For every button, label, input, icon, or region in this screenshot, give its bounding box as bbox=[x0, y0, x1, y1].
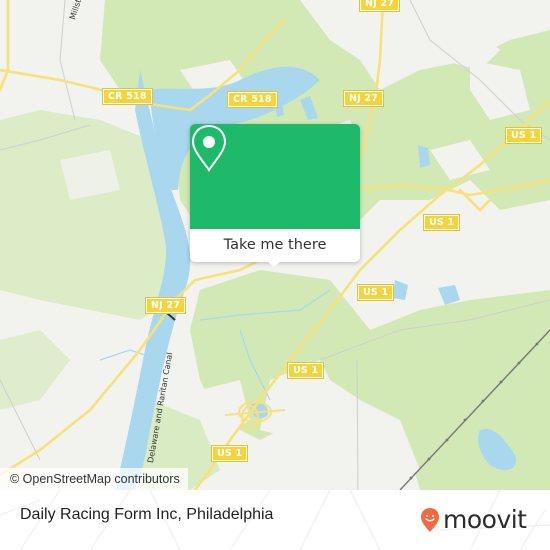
road-shield-cr518: CR 518 bbox=[102, 88, 153, 105]
road-shield-cr518: CR 518 bbox=[227, 91, 278, 108]
road-shield-us1: US 1 bbox=[422, 214, 461, 231]
road-shield-us1: US 1 bbox=[504, 127, 543, 144]
footer: Daily Racing Form Inc, Philadelphia moov… bbox=[0, 490, 550, 550]
map-attribution[interactable]: © OpenStreetMap contributors bbox=[0, 468, 188, 490]
popup-header[interactable] bbox=[190, 124, 360, 229]
location-popup[interactable]: Take me there bbox=[190, 124, 360, 267]
map-view[interactable]: CR 518 CR 518 NJ 27 NJ 27 NJ 27 US 1 US … bbox=[0, 0, 550, 490]
moovit-logo-text: moovit bbox=[443, 505, 527, 534]
moovit-logo-icon bbox=[421, 508, 439, 532]
road-shield-us1: US 1 bbox=[356, 284, 395, 301]
moovit-logo[interactable]: moovit bbox=[420, 502, 527, 538]
road-shield-us1: US 1 bbox=[286, 362, 325, 379]
map-pin-icon bbox=[191, 124, 227, 172]
road-shield-nj27: NJ 27 bbox=[358, 0, 401, 12]
road-shield-nj27: NJ 27 bbox=[342, 90, 385, 107]
popup-pointer bbox=[266, 260, 282, 267]
place-name: Daily Racing Form Inc, Philadelphia bbox=[20, 506, 274, 523]
take-me-there-button[interactable]: Take me there bbox=[190, 229, 360, 262]
road-shield-us1: US 1 bbox=[210, 445, 249, 462]
road-shield-nj27: NJ 27 bbox=[144, 297, 187, 314]
